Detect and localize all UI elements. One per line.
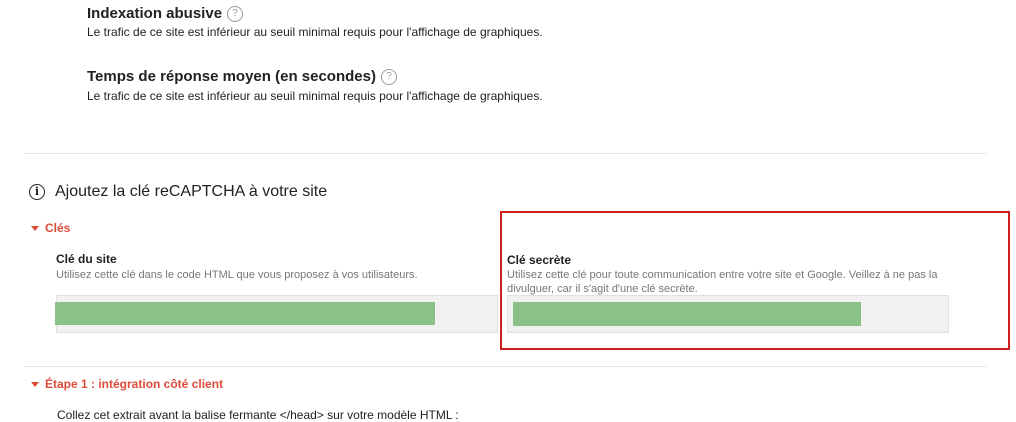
site-key-help: Utilisez cette clé dans le code HTML que… xyxy=(56,269,418,281)
site-key-field[interactable] xyxy=(55,295,498,333)
keys-toggle-label: Clés xyxy=(45,221,71,235)
help-icon[interactable]: ? xyxy=(227,5,244,22)
redacted-key-value xyxy=(55,302,435,325)
stat-description: Le trafic de ce site est inférieur au se… xyxy=(87,89,543,103)
stat-title-text: Indexation abusive xyxy=(87,5,223,22)
caret-down-icon xyxy=(31,225,39,231)
stat-title-response-time: Temps de réponse moyen (en secondes) ? xyxy=(87,68,397,85)
step1-toggle[interactable]: Étape 1 : intégration côté client xyxy=(31,377,223,391)
divider xyxy=(25,153,987,154)
caret-down-icon xyxy=(31,381,39,387)
stat-title-text: Temps de réponse moyen (en secondes) xyxy=(87,68,376,85)
divider xyxy=(25,366,987,367)
section-title: i Ajoutez la clé reCAPTCHA à votre site xyxy=(29,183,327,201)
help-icon[interactable]: ? xyxy=(380,68,397,85)
stat-description: Le trafic de ce site est inférieur au se… xyxy=(87,25,543,39)
highlight-box xyxy=(500,211,1010,350)
site-key-label: Clé du site xyxy=(56,252,117,266)
stat-title-abusive-indexing: Indexation abusive ? xyxy=(87,5,244,22)
keys-toggle[interactable]: Clés xyxy=(31,221,70,235)
section-title-text: Ajoutez la clé reCAPTCHA à votre site xyxy=(55,183,328,200)
info-icon: i xyxy=(29,184,45,200)
step1-toggle-label: Étape 1 : intégration côté client xyxy=(45,377,224,391)
step1-instruction: Collez cet extrait avant la balise ferma… xyxy=(57,408,459,422)
